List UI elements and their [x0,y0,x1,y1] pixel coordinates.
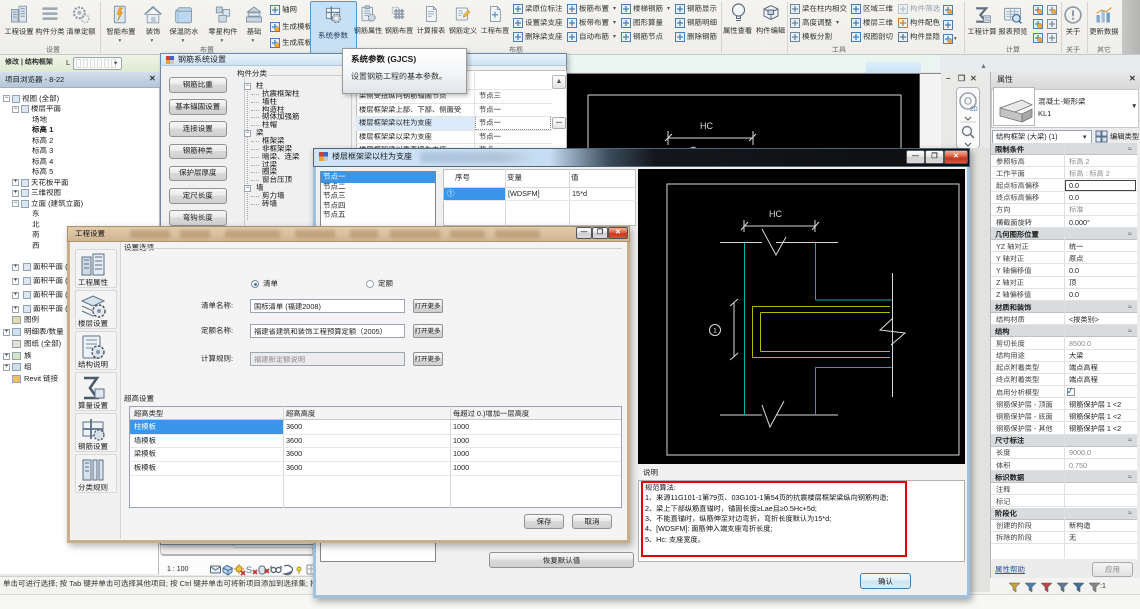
svg-text:1: 1 [713,328,717,335]
svg-text:HC: HC [769,209,782,219]
svg-text:HC: HC [700,121,713,131]
svg-text:S: S [246,565,252,575]
svg-text:2D: 2D [970,107,978,113]
